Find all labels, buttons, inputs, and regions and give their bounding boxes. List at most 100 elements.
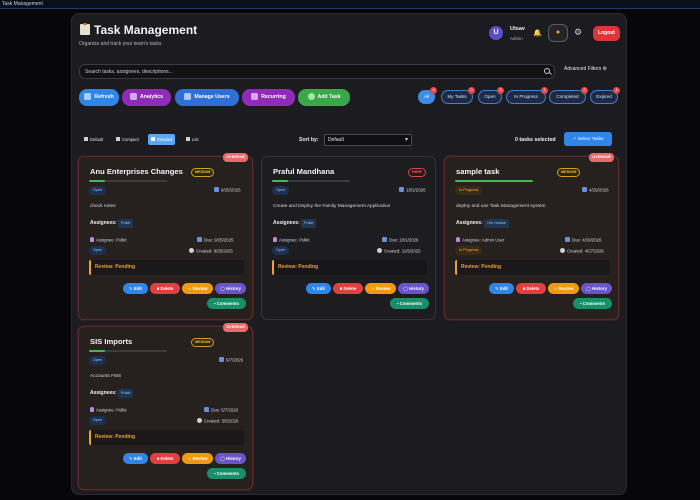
add-task-label: Add Task [317, 94, 341, 100]
assignee-line: Assignee: Pulkit [273, 237, 310, 243]
due-line: Due: 5/7/2026 [204, 407, 238, 413]
logout-button[interactable]: Logout [593, 26, 620, 41]
select-tasks-button[interactable]: ✓ Select Tasks [564, 132, 612, 146]
avatar[interactable]: U [489, 26, 503, 40]
filter-in-progress-label: In Progress [514, 94, 538, 99]
view-detailed-button[interactable]: Detailed [148, 134, 176, 145]
selection-count: 0 tasks selected [515, 137, 556, 143]
task-date: 10/1/2026 [399, 187, 426, 193]
comments-button[interactable]: ▪ Comments [207, 298, 246, 309]
assignee-line: Assignee: Pulkit [90, 237, 127, 243]
progress-fill [89, 350, 105, 352]
review-button[interactable]: ☆ Review [365, 283, 396, 294]
comments-button[interactable]: ▪ Comments [390, 298, 429, 309]
edit-button[interactable]: ✎ Edit [123, 453, 148, 464]
refresh-button[interactable]: Refresh [79, 89, 119, 106]
filter-expired[interactable]: Expired 4 [590, 87, 620, 104]
status-badge-secondary: Open [89, 246, 107, 255]
filter-open[interactable]: Open 3 [478, 87, 504, 104]
overdue-badge: OVERDUE [589, 153, 614, 162]
review-status: Review: Pending [89, 260, 244, 275]
filter-all[interactable]: All 4 [418, 87, 437, 104]
created-prefix: Created: [384, 248, 401, 254]
task-date-text: 5/7/2026 [226, 357, 244, 363]
due-prefix: Due: [211, 407, 221, 413]
page-subtitle: Organize and track your team's tasks [79, 41, 162, 47]
assignees-label: Assignees: [273, 220, 300, 226]
status-badge-secondary: In Progress [455, 246, 483, 255]
comments-label: Comments [216, 301, 239, 306]
review-button[interactable]: ☆ Review [182, 453, 213, 464]
user-icon [90, 407, 94, 412]
task-description: deploy and use Task Management system [456, 204, 546, 209]
clock-icon [197, 418, 202, 423]
page-title: Task Management [80, 23, 197, 37]
view-list-button[interactable]: List [183, 134, 202, 145]
priority-badge: HIGH [408, 168, 426, 177]
filter-in-progress[interactable]: In Progress 1 [506, 87, 548, 104]
clock-icon [377, 248, 382, 253]
review-label: Review [192, 286, 208, 291]
history-button[interactable]: ◯ History [215, 283, 246, 294]
view-compact-button[interactable]: Compact [113, 134, 142, 145]
edit-button[interactable]: ✎ Edit [489, 283, 514, 294]
analytics-button[interactable]: Analytics [122, 89, 171, 106]
due-prefix: Due: [204, 237, 214, 243]
manage-users-button[interactable]: Manage Users [175, 89, 239, 106]
gear-icon[interactable]: ⚙ [574, 27, 582, 38]
search-input[interactable] [85, 67, 525, 77]
review-button[interactable]: ☆ Review [548, 283, 579, 294]
filter-my-tasks[interactable]: My Tasks 0 [441, 87, 475, 104]
edit-button[interactable]: ✎ Edit [123, 283, 148, 294]
filter-completed[interactable]: Completed 0 [549, 87, 588, 104]
task-card[interactable]: OVERDUE Anu Enterprises Changes MEDIUM O… [78, 153, 253, 320]
comments-label: Comments [216, 471, 239, 476]
delete-button[interactable]: ■ Delete [150, 453, 180, 464]
refresh-label: Refresh [94, 94, 114, 100]
view-detailed-label: Detailed [157, 137, 173, 142]
recurring-label: Recurring [261, 94, 286, 100]
theme-toggle-button[interactable]: ● [548, 24, 568, 42]
user-icon [273, 237, 277, 242]
assignee-prefix: Assignee: [462, 237, 481, 243]
calendar-icon [582, 187, 587, 192]
created-line: Created: 4/27/2026 [560, 248, 604, 254]
add-task-button[interactable]: Add Task [298, 89, 350, 106]
delete-button[interactable]: ■ Delete [516, 283, 546, 294]
task-card[interactable]: Praful Mandhana HIGH Open 10/1/2026 Crea… [261, 156, 436, 320]
status-badge: Open [272, 186, 290, 195]
task-description: Create and Deploy the Family Management … [273, 204, 391, 209]
review-button[interactable]: ☆ Review [182, 283, 213, 294]
task-title: Praful Mandhana [273, 167, 335, 176]
filter-count-badge: 0 [468, 87, 475, 94]
view-default-button[interactable]: Default [81, 134, 106, 145]
search-icon[interactable] [544, 68, 550, 74]
comments-button[interactable]: ▪ Comments [207, 468, 246, 479]
delete-button[interactable]: ■ Delete [333, 283, 363, 294]
delete-button[interactable]: ■ Delete [150, 283, 180, 294]
recurring-button[interactable]: Recurring [242, 89, 295, 106]
sun-icon: ● [555, 29, 561, 36]
edit-label: Edit [133, 286, 142, 291]
task-card[interactable]: OVERDUE sample task MEDIUM In Progress 4… [444, 153, 619, 320]
history-label: History [592, 286, 607, 291]
edit-button[interactable]: ✎ Edit [306, 283, 331, 294]
history-button[interactable]: ◯ History [581, 283, 612, 294]
sort-select[interactable]: Default [324, 134, 412, 146]
advanced-filters-button[interactable]: Advanced Filters ⚙ [564, 66, 607, 72]
history-button[interactable]: ◯ History [215, 453, 246, 464]
view-compact-label: Compact [122, 137, 139, 142]
assignee-tag: Pulkit [118, 219, 134, 228]
comments-button[interactable]: ▪ Comments [573, 298, 612, 309]
window-titlebar: Task Management [0, 0, 700, 9]
delete-label: Delete [160, 456, 174, 461]
created-date: 11/5/2025 [401, 248, 421, 254]
review-status: Review: Pending [272, 260, 427, 275]
comments-label: Comments [582, 301, 605, 306]
history-button[interactable]: ◯ History [398, 283, 429, 294]
bell-icon[interactable]: 🔔 [533, 29, 542, 37]
filter-count-badge: 3 [497, 87, 504, 94]
filter-count-badge: 0 [581, 87, 588, 94]
clock-icon [189, 248, 194, 253]
task-card[interactable]: OVERDUE SIS Imports MEDIUM Open 5/7/2026… [78, 323, 253, 490]
